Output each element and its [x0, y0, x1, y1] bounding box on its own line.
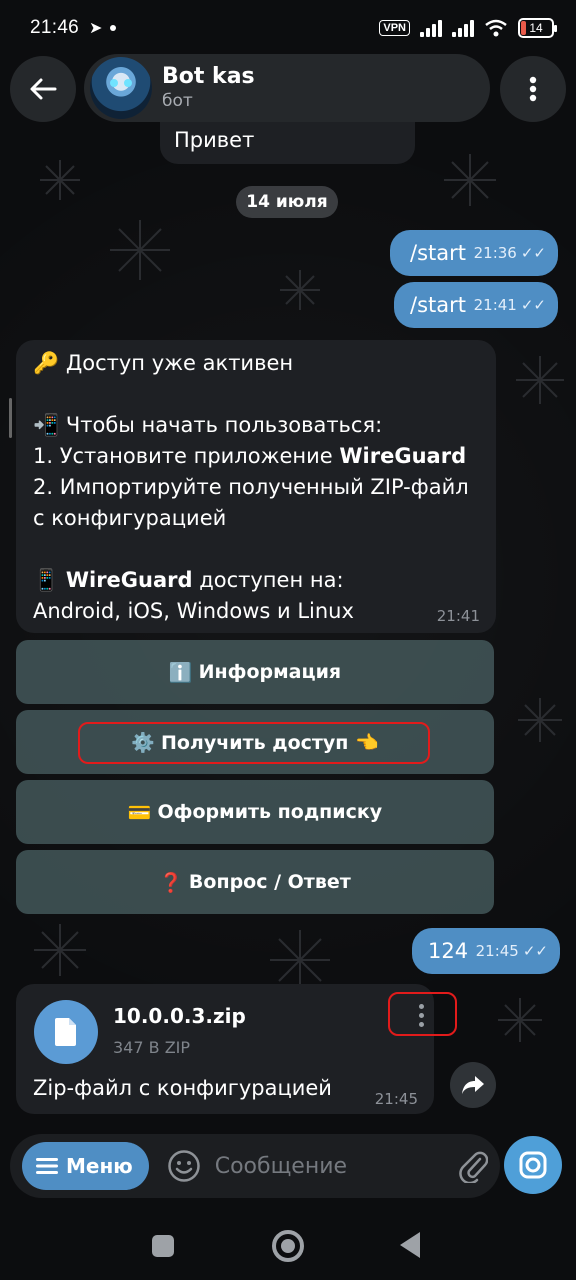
camera-icon	[519, 1151, 547, 1179]
wifi-icon	[485, 19, 507, 37]
avatar-eye-icon	[110, 79, 118, 87]
message-outgoing[interactable]: 124 21:45 ✓✓	[412, 928, 560, 974]
bot-avatar[interactable]	[90, 57, 152, 119]
message-text: /start	[410, 241, 466, 265]
menu-icon	[36, 1158, 58, 1174]
keyboard-button-info[interactable]: ℹ️ Информация	[16, 640, 494, 704]
message-text: Привет	[174, 128, 255, 152]
vpn-icon: VPN	[379, 20, 410, 36]
message-composer: Меню	[10, 1134, 500, 1198]
file-name: 10.0.0.3.zip	[113, 1004, 246, 1028]
date-separator: 14 июля	[236, 186, 338, 218]
chat-title: Bot kas	[162, 64, 255, 89]
attach-icon[interactable]	[458, 1149, 488, 1183]
emoji-icon[interactable]	[167, 1149, 201, 1183]
info-icon: ℹ️	[168, 661, 193, 684]
avatar-eye-icon	[124, 79, 132, 87]
bot-message[interactable]: 🔑 Доступ уже активен 📲 Чтобы начать поль…	[16, 340, 496, 633]
battery-icon: 14	[518, 18, 557, 38]
phone-arrow-icon: 📲	[33, 413, 60, 437]
message-outgoing[interactable]: /start 21:41 ✓✓	[394, 282, 558, 328]
document-icon	[55, 1018, 76, 1046]
message-time: 21:45	[475, 942, 519, 960]
highlight-box	[388, 992, 457, 1036]
keyboard-button-faq[interactable]: ❓ Вопрос / Ответ	[16, 850, 494, 914]
chat-header[interactable]: Bot kas бот	[84, 54, 490, 122]
double-check-icon: ✓✓	[520, 244, 546, 262]
message-time: 21:41	[436, 607, 480, 625]
signal-2-icon	[452, 19, 474, 37]
message-time: 21:36	[473, 244, 517, 262]
file-message[interactable]: 10.0.0.3.zip 347 B ZIP Zip-файл с конфиг…	[16, 984, 434, 1114]
home-button[interactable]	[272, 1230, 304, 1262]
file-download-button[interactable]	[34, 1000, 98, 1064]
file-size: 347 B ZIP	[113, 1038, 191, 1057]
message-text: 🔑 Доступ уже активен 📲 Чтобы начать поль…	[33, 351, 469, 623]
message-outgoing[interactable]: /start 21:36 ✓✓	[390, 230, 558, 276]
recent-apps-button[interactable]	[152, 1235, 174, 1257]
more-options-button[interactable]	[500, 56, 566, 122]
scroll-indicator	[9, 398, 12, 438]
status-time: 21:46	[30, 17, 80, 38]
status-bar: 21:46 ➤ VPN 14	[0, 0, 576, 56]
highlight-box	[78, 722, 430, 764]
notification-dot-icon	[110, 25, 117, 31]
message-text: /start	[410, 293, 466, 317]
forward-arrow-icon	[462, 1076, 484, 1094]
phone-icon: 📱	[33, 568, 60, 592]
chat-subtitle: бот	[162, 91, 193, 111]
keyboard-button-subscribe[interactable]: 💳 Оформить подписку	[16, 780, 494, 844]
signal-icon	[420, 19, 442, 37]
key-icon: 🔑	[33, 351, 60, 375]
battery-level: 14	[529, 21, 543, 35]
message-incoming[interactable]: Привет	[160, 122, 415, 164]
telegram-icon: ➤	[89, 20, 103, 37]
forward-button[interactable]	[450, 1062, 496, 1108]
question-icon: ❓	[159, 871, 183, 894]
message-time: 21:41	[473, 296, 517, 314]
camera-button[interactable]	[504, 1136, 562, 1194]
back-button[interactable]	[10, 56, 76, 122]
menu-label: Меню	[66, 1154, 133, 1178]
message-time: 21:45	[374, 1090, 418, 1108]
file-caption: Zip-файл с конфигурацией	[33, 1076, 332, 1100]
credit-card-icon: 💳	[127, 801, 152, 824]
more-vertical-icon	[529, 76, 537, 102]
message-text: 124	[428, 939, 469, 963]
arrow-left-icon	[30, 78, 57, 100]
bot-menu-button[interactable]: Меню	[22, 1142, 149, 1190]
system-back-button[interactable]	[400, 1232, 420, 1258]
double-check-icon: ✓✓	[522, 942, 548, 960]
double-check-icon: ✓✓	[520, 296, 546, 314]
message-input[interactable]	[214, 1153, 435, 1179]
